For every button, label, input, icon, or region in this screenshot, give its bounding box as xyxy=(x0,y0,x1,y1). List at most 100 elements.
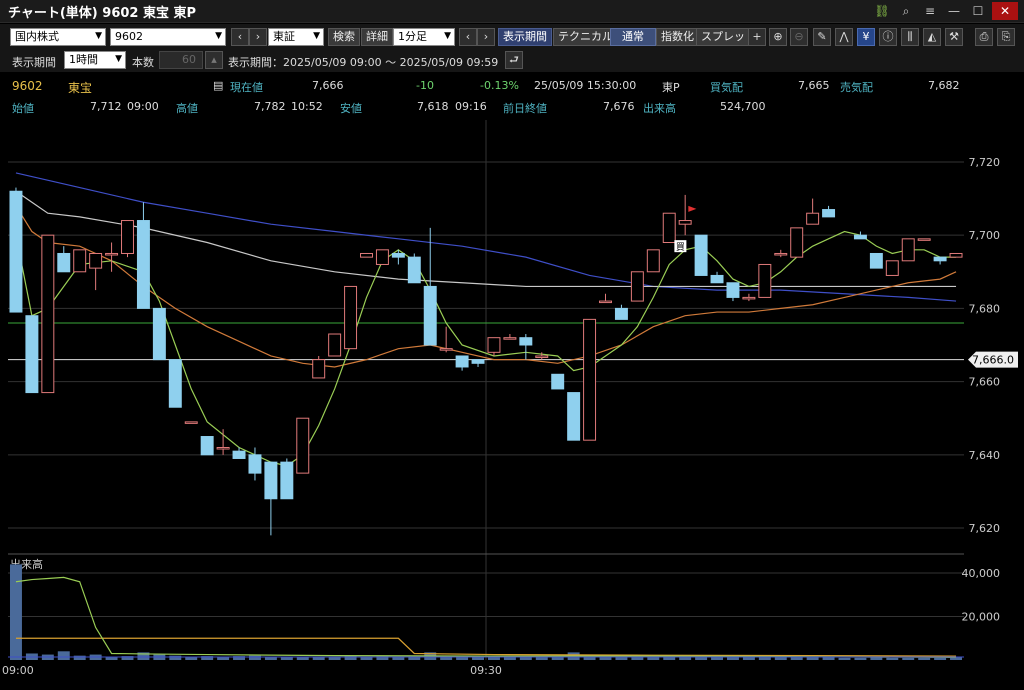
prev-code-button[interactable]: ‹ xyxy=(231,28,249,46)
current-label: 現在値 xyxy=(230,81,263,94)
volume-panel: 出来高40,00020,000 xyxy=(8,553,1001,660)
candle-body-up xyxy=(535,355,549,358)
wrench-icon[interactable]: ⚒ xyxy=(945,28,963,46)
buy-marker: 買 xyxy=(676,242,685,253)
minimize-icon[interactable]: — xyxy=(944,2,964,20)
maximize-icon[interactable]: ☐ xyxy=(968,2,988,20)
detail-button[interactable]: 詳細 xyxy=(361,28,393,46)
chart-area[interactable]: 買 7,720 7,700 7,680 7,660 7,640 7,620 7,666.0 … xyxy=(0,120,1024,687)
volume-bar xyxy=(774,657,787,660)
candle-body-up xyxy=(790,227,804,258)
volume-bar xyxy=(57,651,70,660)
ask-value: 7,682 xyxy=(928,79,960,92)
price-tick-label: 7,640 xyxy=(969,449,1001,462)
candle-body-down xyxy=(710,274,724,284)
price-tick-label: 7,720 xyxy=(969,156,1001,169)
candle-body-down xyxy=(200,436,214,456)
price-tick-label: 7,680 xyxy=(969,302,1001,315)
crosshair-icon[interactable]: + xyxy=(748,28,766,46)
candle-body-down xyxy=(423,285,437,346)
volume-bar xyxy=(886,657,899,660)
code-input-value: 9602 xyxy=(115,30,143,43)
volume-tick-label: 40,000 xyxy=(962,567,1001,580)
candle-body-up xyxy=(503,337,517,340)
candle-body-down xyxy=(232,450,246,459)
link-icon[interactable]: ⛓ xyxy=(872,2,892,20)
candle-body-down xyxy=(407,256,421,284)
return-icon[interactable]: ⮐ xyxy=(505,51,523,69)
range-value: 2025/05/09 09:00 ～ 2025/05/09 09:59 xyxy=(283,56,499,69)
volume-bar xyxy=(870,657,883,660)
close-icon[interactable]: ✕ xyxy=(992,2,1018,20)
candle-body-up xyxy=(806,212,820,225)
count-input-value: 60 xyxy=(182,53,196,66)
memo-icon[interactable]: ▤ xyxy=(213,79,223,92)
market-select[interactable]: 国内株式 ▼ xyxy=(10,28,106,46)
search-button[interactable]: 検索 xyxy=(328,28,360,46)
candle-body-up xyxy=(360,252,373,258)
period-select[interactable]: 1時間 ▼ xyxy=(64,51,126,69)
volume-bar xyxy=(902,657,915,660)
candle-body-up xyxy=(583,318,597,441)
normal-mode-button[interactable]: 通常 xyxy=(610,28,656,46)
menu-icon[interactable]: ≡ xyxy=(920,2,940,20)
candle-body-up xyxy=(646,249,660,273)
code-input[interactable]: 9602 ▼ xyxy=(110,28,226,46)
print-icon[interactable]: ⎙ xyxy=(975,28,993,46)
candle-body-up xyxy=(917,238,931,241)
candle-body-up xyxy=(41,234,55,394)
draw-pen-icon[interactable]: ✎ xyxy=(813,28,831,46)
candle-body-down xyxy=(391,252,405,258)
trendline-icon[interactable]: ⋀ xyxy=(835,28,853,46)
candle-body-up xyxy=(487,337,501,353)
prev-period-button[interactable]: ‹ xyxy=(459,28,477,46)
candle-body-up xyxy=(599,300,612,304)
period-button[interactable]: 表示期間 xyxy=(498,28,552,46)
title-bar: チャート(単体) 9602 東宝 東P ⛓ ⌕ ≡ — ☐ ✕ xyxy=(0,0,1024,23)
candle-body-up xyxy=(758,263,772,298)
bid-value: 7,665 xyxy=(798,79,830,92)
change-pct: -0.13% xyxy=(480,79,519,92)
index-mode-button[interactable]: 指数化 xyxy=(656,28,699,46)
bid-label: 買気配 xyxy=(710,81,743,94)
search-icon[interactable]: ⌕ xyxy=(896,2,916,20)
candle-body-up xyxy=(375,249,389,265)
info-icon[interactable]: ⓘ xyxy=(879,28,897,46)
volume-bar xyxy=(854,657,867,660)
prev-close-label: 前日終値 xyxy=(503,102,547,115)
yen-icon[interactable]: ¥ xyxy=(857,28,875,46)
save-icon[interactable]: ⎘ xyxy=(997,28,1015,46)
area-chart-icon[interactable]: ◭ xyxy=(923,28,941,46)
candle-body-down xyxy=(264,461,278,500)
volume-bar xyxy=(73,655,86,660)
next-code-button[interactable]: › xyxy=(249,28,267,46)
volume-bar xyxy=(519,657,532,660)
quote-name: 東宝 xyxy=(68,81,93,95)
count-input[interactable]: 60 xyxy=(159,51,203,69)
price-axis: 7,720 7,700 7,680 7,660 7,640 7,620 7,666.0 xyxy=(968,156,1018,535)
high-value: 7,782 xyxy=(254,100,286,113)
exchange-select-value: 東証 xyxy=(273,30,295,43)
technical-button[interactable]: テクニカル xyxy=(553,28,618,46)
candle-body-up xyxy=(885,260,899,276)
chevron-down-icon: ▼ xyxy=(444,31,451,41)
price-chart[interactable]: 買 7,7207,7007,6807,6607,6407,6207,666.0 … xyxy=(0,120,1024,687)
low-time: 09:16 xyxy=(455,100,487,113)
candle-body-down xyxy=(519,337,533,346)
quote-code: 9602 xyxy=(12,79,43,93)
range-label: 表示期間： xyxy=(228,56,283,69)
volume-value: 524,700 xyxy=(720,100,766,113)
exchange-select[interactable]: 東証 ▼ xyxy=(268,28,324,46)
change-value: -10 xyxy=(416,79,434,92)
next-period-button[interactable]: › xyxy=(477,28,495,46)
zoom-in-icon[interactable]: ⊕ xyxy=(769,28,787,46)
market-select-value: 国内株式 xyxy=(15,30,59,43)
candle-icon[interactable]: ⫼ xyxy=(901,28,919,46)
zoom-out-icon[interactable]: ⊖ xyxy=(790,28,808,46)
period-label: 表示期間 xyxy=(12,56,56,69)
candle-body-down xyxy=(57,252,71,273)
quote-market: 東P xyxy=(662,81,680,94)
count-stepper[interactable]: ▴ xyxy=(205,51,223,69)
interval-select[interactable]: 1分足 ▼ xyxy=(393,28,455,46)
ask-label: 売気配 xyxy=(840,81,873,94)
